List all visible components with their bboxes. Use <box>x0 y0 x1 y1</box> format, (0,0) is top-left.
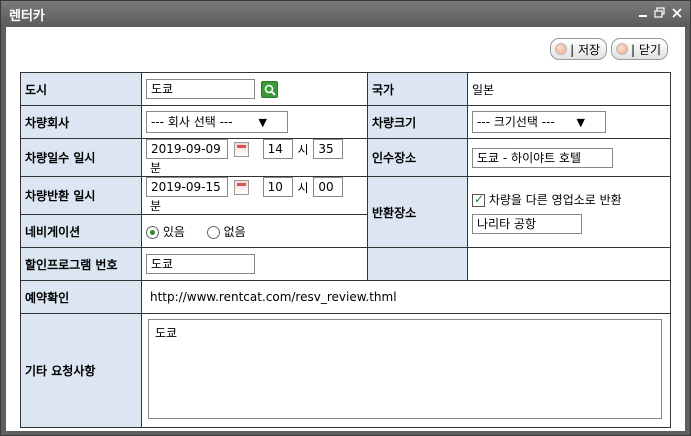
action-toolbar: | 저장 | 닫기 <box>550 38 668 60</box>
rental-form-table: 도시 도쿄 국가 일본 차량회사 --- 회사 선택 --- ▼ 차량크기 --… <box>20 72 671 428</box>
reservation-url[interactable]: http://www.rentcat.com/resv_review.thml <box>141 280 671 314</box>
label-reservation-check: 예약확인 <box>20 280 142 314</box>
rental-car-window: 렌터카 | 저장 | 닫기 도시 도쿄 국가 일본 차량회사 --- 회사 선택… <box>0 0 691 436</box>
return-hour-input[interactable]: 10 <box>262 177 293 197</box>
minute-unit: 분 <box>150 161 162 175</box>
row-return-date: 차량반환 일시 2019-09-15 10 시 00 분 반환장소 차량을 다른… <box>20 176 671 248</box>
cell-company: --- 회사 선택 --- ▼ <box>141 105 368 139</box>
row-rental-date: 차량일수 일시 2019-09-09 14 시 35 분 인수장소 도쿄 - 하… <box>20 138 671 177</box>
label-car-size: 차량크기 <box>367 105 468 139</box>
country-value: 일본 <box>467 72 671 106</box>
save-icon <box>555 43 568 55</box>
close-button-label: | 닫기 <box>631 42 661 57</box>
company-select[interactable]: --- 회사 선택 --- ▼ <box>146 111 288 133</box>
cell-discount-program: 도쿄 <box>141 247 368 281</box>
cell-other-requests: 도쿄 <box>141 313 671 428</box>
other-requests-textarea[interactable]: 도쿄 <box>148 319 662 419</box>
label-navigation: 네비게이션 <box>20 214 142 248</box>
discount-program-input[interactable]: 도쿄 <box>146 254 255 274</box>
search-icon[interactable] <box>260 80 278 98</box>
row-company: 차량회사 --- 회사 선택 --- ▼ 차량크기 --- 크기선택 --- ▼ <box>20 105 671 139</box>
navigation-yes-label: 있음 <box>162 224 185 239</box>
return-minute-input[interactable]: 00 <box>313 177 344 197</box>
dropdown-arrow-icon: ▼ <box>576 116 585 129</box>
window-controls <box>636 6 684 20</box>
label-other-requests: 기타 요청사항 <box>20 313 142 428</box>
calendar-icon[interactable] <box>233 141 249 157</box>
close-button-icon <box>616 43 629 55</box>
navigation-no-label: 없음 <box>223 224 246 239</box>
return-other-branch-label: 차량을 다른 영업소로 반환 <box>488 192 622 207</box>
empty-label-cell <box>367 247 468 281</box>
empty-value-cell <box>467 247 671 281</box>
title-bar[interactable]: 렌터카 <box>1 1 690 27</box>
hour-unit: 시 <box>297 142 309 157</box>
minimize-icon[interactable] <box>636 6 650 20</box>
row-reservation-check: 예약확인 http://www.rentcat.com/resv_review.… <box>20 280 671 314</box>
row-discount-program: 할인프로그램 번호 도쿄 <box>20 247 671 281</box>
car-size-select[interactable]: --- 크기선택 --- ▼ <box>472 111 606 133</box>
rental-minute-input[interactable]: 35 <box>313 139 344 159</box>
minute-unit: 분 <box>150 199 162 213</box>
cell-return-date: 2019-09-15 10 시 00 분 <box>141 176 368 215</box>
cell-city: 도쿄 <box>141 72 368 106</box>
save-button-label: | 저장 <box>570 42 601 57</box>
dropdown-arrow-icon: ▼ <box>258 116 267 129</box>
close-icon[interactable] <box>670 6 684 20</box>
row-other-requests: 기타 요청사항 도쿄 <box>20 313 671 428</box>
return-place-input[interactable]: 나리타 공항 <box>472 213 582 234</box>
label-rental-date: 차량일수 일시 <box>20 138 142 177</box>
close-button[interactable]: | 닫기 <box>611 38 668 60</box>
return-other-branch-checkbox[interactable] <box>472 192 485 207</box>
hour-unit: 시 <box>297 180 309 195</box>
label-country: 국가 <box>367 72 468 106</box>
calendar-icon[interactable] <box>233 179 249 195</box>
label-pickup-place: 인수장소 <box>367 138 468 177</box>
label-discount-program: 할인프로그램 번호 <box>20 247 142 281</box>
save-button[interactable]: | 저장 <box>550 38 608 60</box>
company-select-value: --- 회사 선택 --- <box>151 115 233 129</box>
row-city: 도시 도쿄 국가 일본 <box>20 72 671 106</box>
return-other-branch-option[interactable]: 차량을 다른 영업소로 반환 <box>472 191 666 208</box>
label-city: 도시 <box>20 72 142 106</box>
restore-icon[interactable] <box>653 6 667 20</box>
cell-car-size: --- 크기선택 --- ▼ <box>467 105 671 139</box>
window-content: | 저장 | 닫기 도시 도쿄 국가 일본 차량회사 --- 회사 선택 ---… <box>6 27 685 431</box>
city-input[interactable]: 도쿄 <box>146 79 255 99</box>
label-return-place: 반환장소 <box>367 176 468 248</box>
cell-navigation: 있음 없음 <box>141 214 368 248</box>
navigation-no-radio[interactable] <box>206 225 220 239</box>
label-return-date: 차량반환 일시 <box>20 176 142 215</box>
car-size-select-value: --- 크기선택 --- <box>477 115 555 129</box>
cell-pickup-place: 도쿄 - 하이야트 호텔 <box>467 138 671 177</box>
cell-return-place: 차량을 다른 영업소로 반환 나리타 공항 <box>467 176 671 248</box>
pickup-place-input[interactable]: 도쿄 - 하이야트 호텔 <box>472 147 613 168</box>
window-title: 렌터카 <box>9 9 45 24</box>
navigation-yes-radio[interactable] <box>146 225 159 239</box>
rental-date-input[interactable]: 2019-09-09 <box>146 139 228 159</box>
label-company: 차량회사 <box>20 105 142 139</box>
return-date-input[interactable]: 2019-09-15 <box>146 177 228 197</box>
rental-hour-input[interactable]: 14 <box>262 139 293 159</box>
cell-rental-date: 2019-09-09 14 시 35 분 <box>141 138 368 177</box>
